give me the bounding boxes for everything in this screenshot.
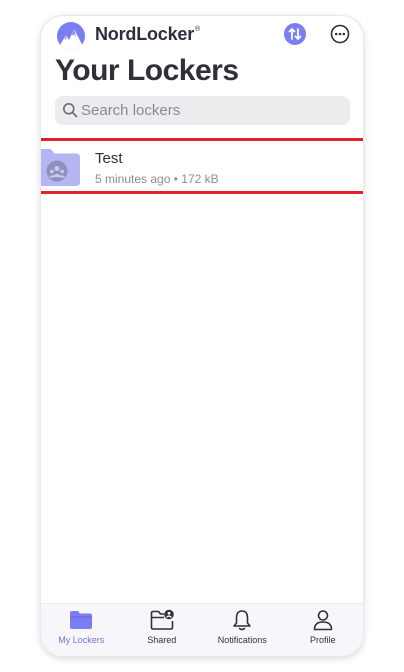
search-bar[interactable] — [55, 96, 350, 125]
person-icon — [313, 610, 333, 631]
page-title: Your Lockers — [55, 54, 239, 87]
chevron-right-icon — [361, 160, 363, 174]
shared-folder-icon — [150, 609, 174, 630]
tab-label: Profile — [309, 635, 336, 645]
more-horizontal-icon — [330, 24, 350, 44]
search-icon — [63, 103, 78, 118]
sync-button[interactable] — [284, 23, 306, 45]
tab-shared[interactable]: Shared — [122, 604, 203, 656]
locker-meta: 5 minutes ago • 172 kB — [95, 172, 219, 186]
app-screen: NordLocker® Your Lockers Search lockers … — [41, 16, 363, 656]
tab-notifications[interactable]: Notifications — [202, 604, 283, 656]
tab-profile[interactable]: Profile — [283, 604, 364, 656]
more-options-button[interactable] — [328, 22, 352, 46]
tab-label: Shared — [147, 635, 177, 645]
locker-size: 172 kB — [181, 172, 219, 186]
locker-modified: 5 minutes ago — [95, 172, 171, 186]
registered-mark: ® — [195, 26, 200, 33]
meta-separator: • — [173, 172, 178, 186]
brand-name: NordLocker® — [95, 24, 200, 44]
tab-label: My Lockers — [58, 635, 105, 645]
search-input[interactable] — [81, 96, 341, 125]
tab-my-lockers[interactable]: My Lockers — [41, 604, 122, 656]
locker-item[interactable]: Test 5 minutes ago • 172 kB — [41, 138, 363, 194]
nordlocker-logo-icon — [57, 22, 85, 50]
top-bar: NordLocker® — [41, 16, 363, 56]
folder-icon — [70, 611, 93, 629]
shared-folder-icon — [41, 149, 80, 186]
bottom-tab-bar: My Lockers Shared Notifications Profile — [41, 603, 363, 656]
bell-icon — [233, 610, 252, 631]
sync-arrows-icon — [288, 28, 302, 40]
locker-name: Test — [95, 150, 123, 167]
tab-label: Notifications — [217, 635, 267, 645]
